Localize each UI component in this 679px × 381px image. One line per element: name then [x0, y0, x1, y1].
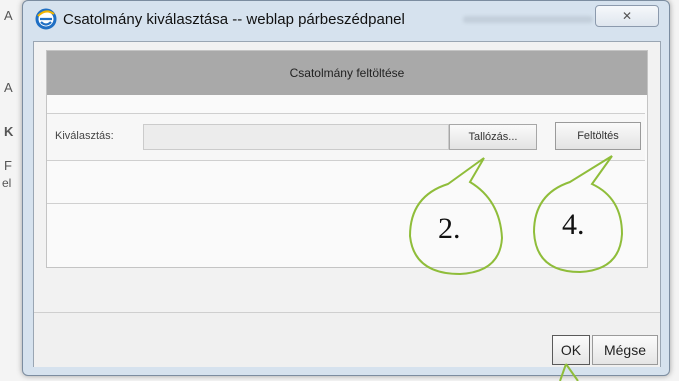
panel-header: Csatolmány feltöltése — [47, 51, 647, 95]
background-text-f: F — [4, 158, 12, 173]
step-4-label: 4. — [562, 208, 585, 241]
background-text-el: el — [2, 176, 12, 190]
close-icon: ✕ — [621, 9, 633, 23]
internet-explorer-icon — [35, 8, 57, 30]
close-button[interactable]: ✕ — [595, 5, 659, 27]
dialog-title: Csatolmány kiválasztása -- weblap párbes… — [63, 11, 405, 28]
attachment-dialog: Csatolmány kiválasztása -- weblap párbes… — [22, 0, 670, 376]
browse-button[interactable]: Tallózás... — [449, 124, 537, 150]
file-select-row: Kiválasztás: Tallózás... Feltöltés — [47, 113, 645, 161]
dialog-client-area: Csatolmány feltöltése Kiválasztás: Talló… — [33, 41, 661, 367]
select-label: Kiválasztás: — [55, 130, 114, 142]
panel-divider — [47, 203, 647, 204]
background-text-a2: A — [4, 80, 13, 95]
dialog-titlebar[interactable]: Csatolmány kiválasztása -- weblap párbes… — [23, 1, 669, 41]
upload-panel: Csatolmány feltöltése Kiválasztás: Talló… — [46, 50, 648, 268]
title-blur — [463, 16, 593, 23]
background-text-k: K — [4, 124, 14, 139]
file-path-input[interactable] — [143, 124, 449, 150]
cancel-button[interactable]: Mégse — [592, 335, 658, 365]
dialog-footer: OK Mégse — [34, 312, 660, 367]
ok-button[interactable]: OK — [552, 335, 590, 365]
upload-button[interactable]: Feltöltés — [555, 122, 641, 150]
background-text-a1: A — [4, 8, 13, 23]
step-2-label: 2. — [438, 212, 461, 245]
